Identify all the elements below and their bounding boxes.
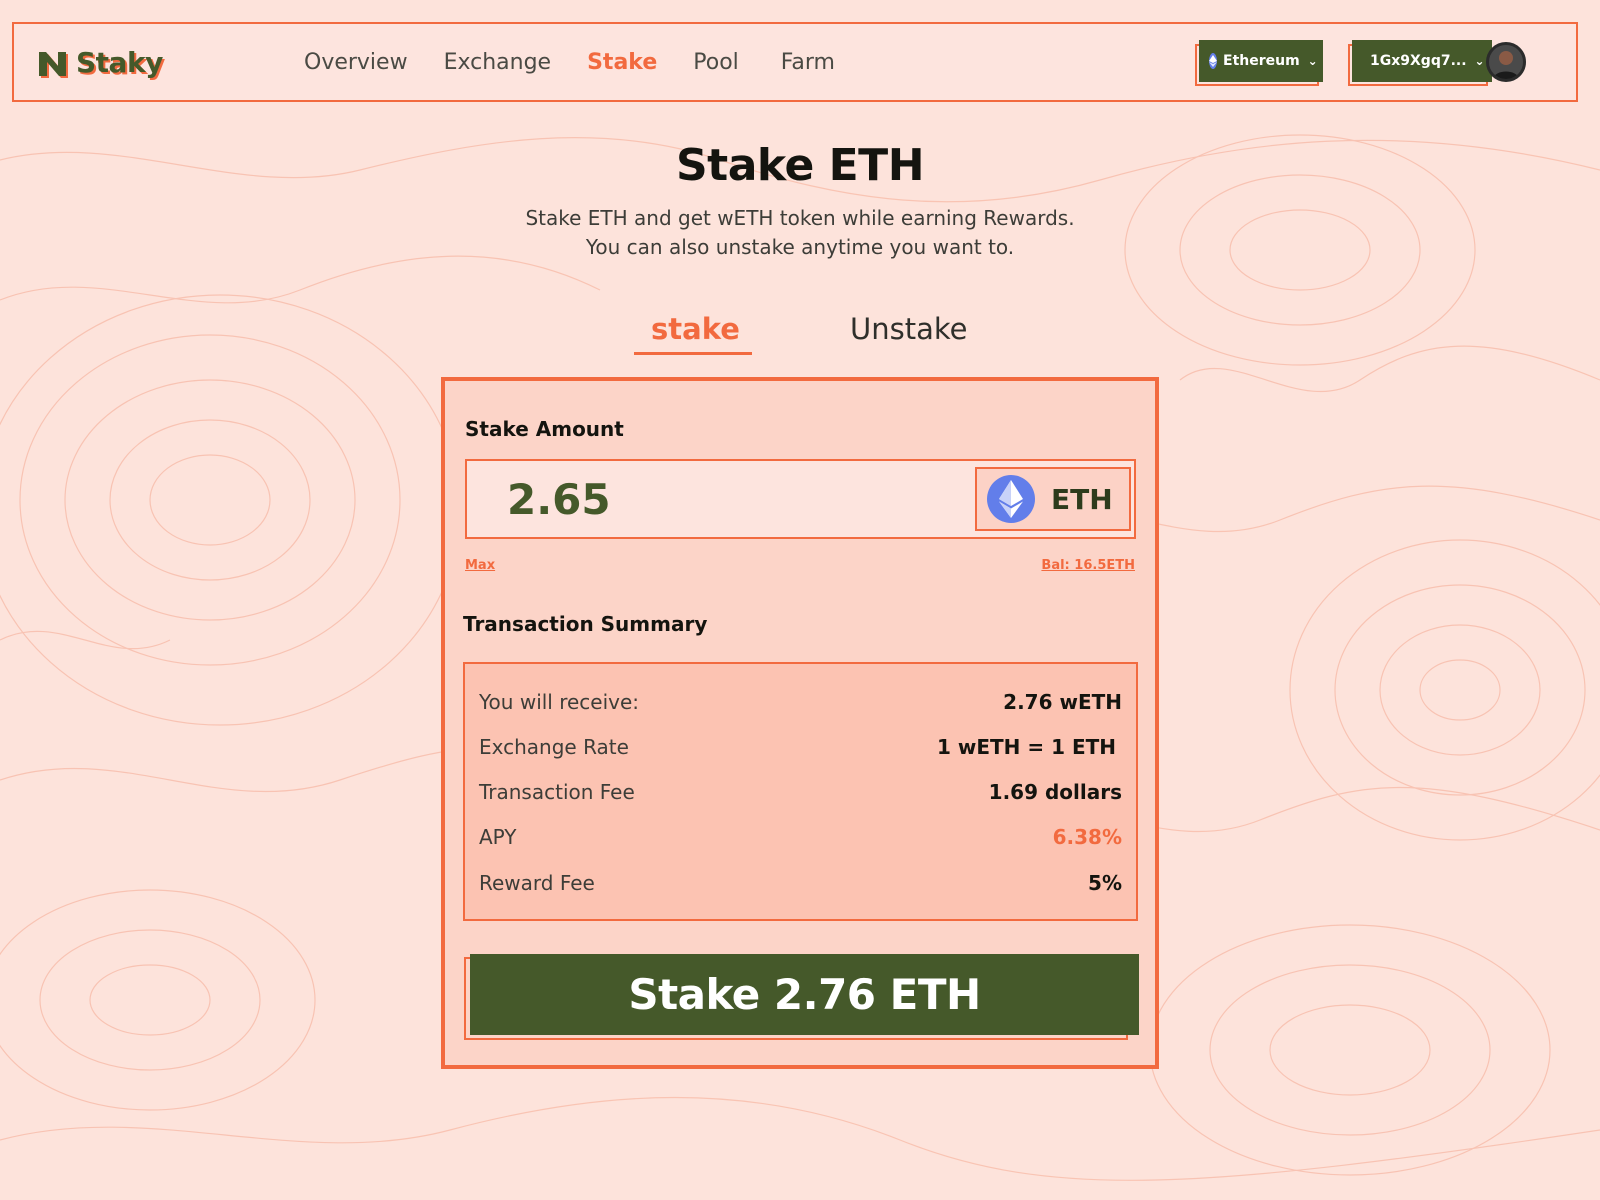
chevron-down-icon: ⌄ [1307,54,1318,68]
summary-row-label: Reward Fee [479,871,595,895]
network-selector-wrap: Ethereum ⌄ [1195,40,1323,86]
transaction-summary-title: Transaction Summary [463,612,708,636]
nav-pool[interactable]: Pool [693,50,739,75]
nav-farm[interactable]: Farm [781,50,835,75]
app-name: Staky [76,46,163,79]
stake-amount-label: Stake Amount [465,417,624,441]
summary-row-transaction-fee: Transaction Fee 1.69 dollars [479,777,1122,807]
summary-row-value: 6.38% [1052,825,1122,849]
tab-stake[interactable]: stake [651,312,740,346]
summary-row-value: 5% [1088,871,1122,895]
summary-row-label: You will receive: [479,690,640,714]
nav-exchange[interactable]: Exchange [444,50,552,75]
summary-row-value: 2.76 wETH [1003,690,1122,714]
summary-row-exchange-rate: Exchange Rate 1 wETH = 1 ETH [479,732,1122,762]
subtitle-line-1: Stake ETH and get wETH token while earni… [525,206,1075,230]
summary-row-reward-fee: Reward Fee 5% [479,868,1122,898]
main-nav: Overview Exchange Stake Pool Farm [304,50,871,75]
summary-row-apy: APY 6.38% [479,822,1122,852]
ethereum-icon [987,475,1035,523]
tab-unstake[interactable]: Unstake [850,312,967,346]
summary-row-label: Exchange Rate [479,735,629,759]
network-label: Ethereum [1223,53,1300,69]
wallet-selector-wrap: 1Gx9Xgq7... ⌄ [1348,40,1492,86]
summary-row-label: APY [479,825,517,849]
network-selector[interactable]: Ethereum ⌄ [1199,40,1323,82]
ethereum-icon [1209,53,1217,69]
max-link[interactable]: Max [465,558,495,573]
app-logo[interactable]: Staky [36,46,163,79]
summary-row-receive: You will receive: 2.76 wETH [479,687,1122,717]
stake-amount-input[interactable] [507,475,927,524]
nav-overview[interactable]: Overview [304,50,408,75]
avatar[interactable] [1486,42,1526,82]
active-tab-indicator [634,352,752,355]
transaction-summary-box: You will receive: 2.76 wETH Exchange Rat… [463,662,1138,921]
page-title: Stake ETH [675,140,925,191]
logo-n-icon [39,51,68,78]
stake-amount-field: ETH [465,459,1136,539]
summary-row-value: 1.69 dollars [988,780,1122,804]
stake-submit-button[interactable]: Stake 2.76 ETH [470,954,1139,1035]
user-avatar-icon [1489,45,1523,79]
balance-link[interactable]: Bal: 16.5ETH [1041,558,1135,573]
wallet-address: 1Gx9Xgq7... [1370,53,1467,69]
chevron-down-icon: ⌄ [1474,54,1485,68]
token-selector-button[interactable]: ETH [975,467,1131,531]
subtitle-line-2: You can also unstake anytime you want to… [585,235,1015,259]
summary-row-value: 1 wETH = 1 ETH [936,735,1116,759]
page-subtitle: Stake ETH and get wETH token while earni… [0,204,1600,262]
token-label: ETH [1051,482,1113,516]
wallet-selector[interactable]: 1Gx9Xgq7... ⌄ [1352,40,1492,82]
top-navbar: Staky Overview Exchange Stake Pool Farm … [12,22,1578,102]
summary-row-label: Transaction Fee [479,780,635,804]
nav-stake[interactable]: Stake [587,50,657,75]
